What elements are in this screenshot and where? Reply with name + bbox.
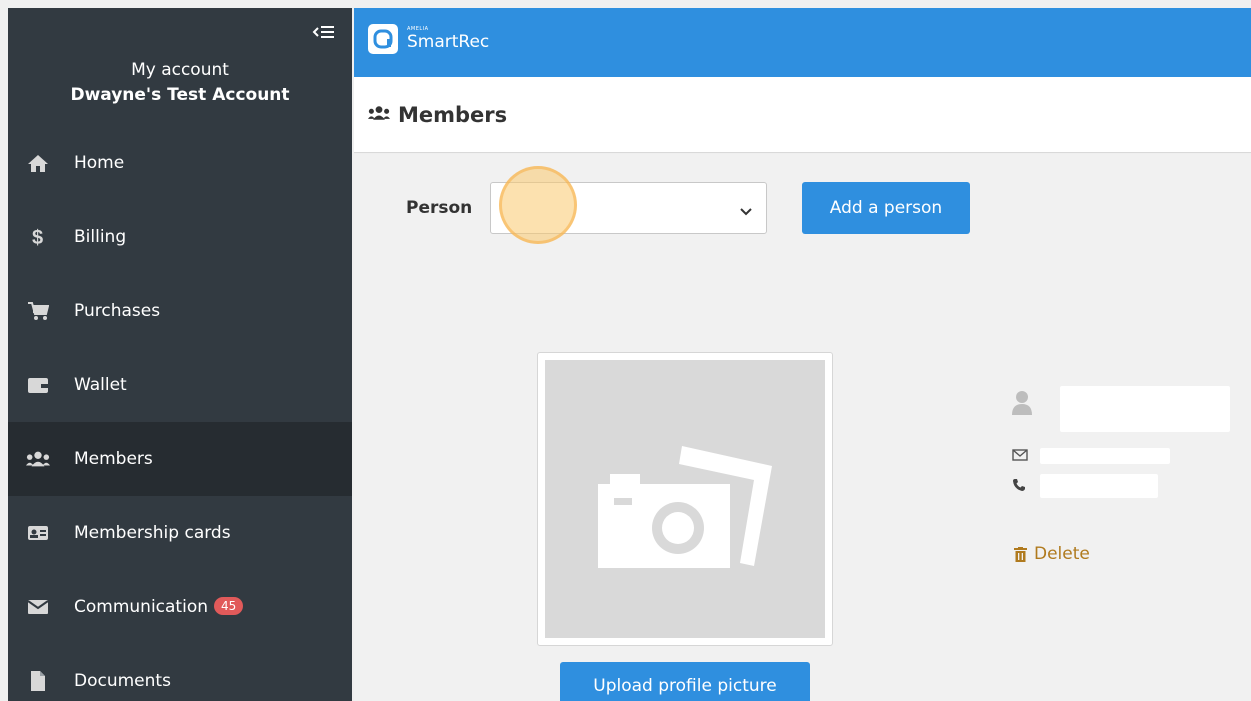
sidebar: My account Dwayne's Test Account Home $ … [8, 8, 352, 701]
chevron-down-icon [740, 202, 752, 221]
svg-text:$: $ [32, 227, 43, 248]
users-icon [368, 104, 390, 126]
sidebar-item-label: Wallet [74, 375, 127, 395]
member-email-row [1012, 446, 1170, 465]
phone-icon [1012, 477, 1026, 496]
sidebar-item-home[interactable]: Home [8, 126, 352, 200]
file-icon [26, 669, 50, 693]
page-title: Members [398, 102, 508, 127]
member-phone-row [1012, 474, 1158, 498]
sidebar-item-label: Communication [74, 597, 208, 617]
profile-picture-placeholder [545, 360, 825, 638]
sidebar-item-wallet[interactable]: Wallet [8, 348, 352, 422]
users-icon [26, 447, 50, 471]
brand-text: AMELIA SmartRec [407, 26, 489, 52]
sidebar-item-label: Billing [74, 227, 127, 247]
photo-placeholder-icon [598, 446, 772, 568]
member-name-row [1012, 382, 1230, 432]
home-icon [26, 151, 50, 175]
envelope-outline-icon [1012, 446, 1028, 465]
upload-profile-picture-button[interactable]: Upload profile picture [560, 662, 810, 701]
sidebar-item-members[interactable]: Members [8, 422, 352, 496]
amelia-logo-icon [368, 24, 398, 54]
profile-picture-frame [537, 352, 833, 646]
cart-icon [26, 299, 50, 323]
sidebar-item-documents[interactable]: Documents [8, 644, 352, 701]
sidebar-nav: Home $ Billing Purchases Wallet Members … [8, 126, 352, 701]
main-content: Person Add a person Upload profile pictu… [354, 154, 1251, 701]
top-bar: AMELIA SmartRec [354, 8, 1251, 77]
add-person-button[interactable]: Add a person [802, 182, 970, 234]
sidebar-item-membership-cards[interactable]: Membership cards [8, 496, 352, 570]
unread-count-badge: 45 [214, 597, 244, 615]
app-frame: My account Dwayne's Test Account Home $ … [8, 8, 1251, 701]
account-label: My account [131, 60, 229, 80]
sidebar-item-label: Documents [74, 671, 171, 691]
person-label: Person [406, 198, 473, 218]
dollar-icon: $ [26, 225, 50, 249]
sidebar-item-billing[interactable]: $ Billing [8, 200, 352, 274]
person-select[interactable] [490, 182, 767, 234]
sidebar-item-label: Members [74, 449, 153, 469]
envelope-icon [26, 595, 50, 619]
member-phone-redacted [1040, 474, 1158, 498]
sidebar-item-purchases[interactable]: Purchases [8, 274, 352, 348]
account-block: My account Dwayne's Test Account [8, 58, 352, 108]
sidebar-item-label: Membership cards [74, 523, 231, 543]
member-email-redacted [1040, 447, 1170, 464]
collapse-sidebar-icon[interactable] [312, 22, 336, 42]
user-icon [1012, 390, 1032, 420]
delete-label: Delete [1034, 544, 1090, 564]
sidebar-item-communication[interactable]: Communication 45 [8, 570, 352, 644]
id-card-icon [26, 521, 50, 545]
page-header: Members [354, 77, 1251, 153]
wallet-icon [26, 373, 50, 397]
trash-icon [1012, 546, 1028, 562]
sidebar-item-label: Home [74, 153, 125, 173]
delete-member-link[interactable]: Delete [1012, 544, 1090, 564]
brand-logo[interactable]: AMELIA SmartRec [368, 24, 489, 54]
account-name[interactable]: Dwayne's Test Account [8, 82, 352, 108]
sidebar-item-label: Purchases [74, 301, 161, 321]
member-name-redacted [1060, 386, 1230, 432]
brand-name: SmartRec [407, 32, 490, 52]
